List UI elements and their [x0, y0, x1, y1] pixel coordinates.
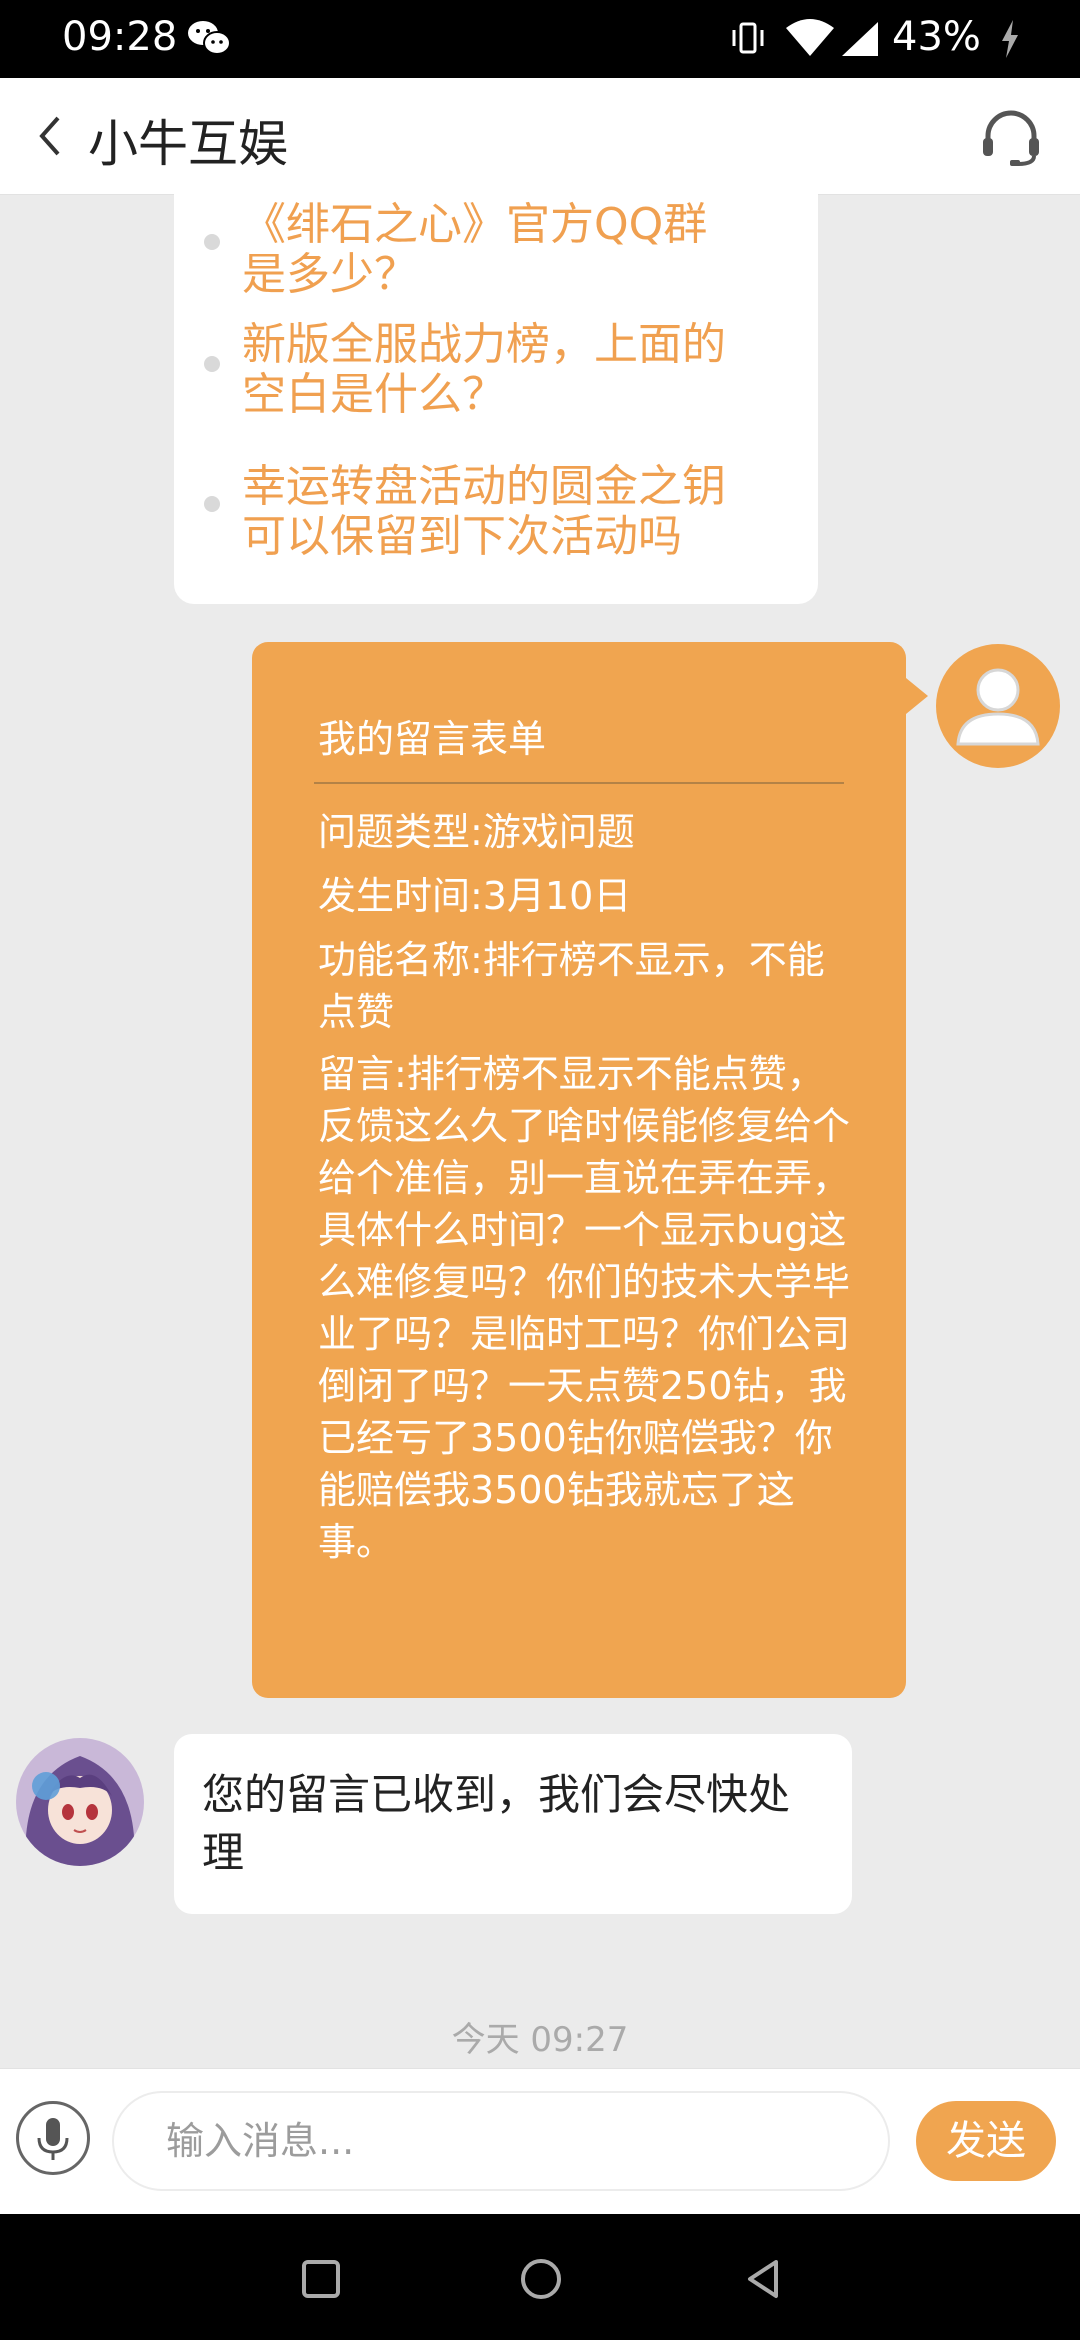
vibrate-icon	[732, 22, 764, 54]
form-field-feature: 功能名称:排行榜不显示，不能点赞	[318, 938, 825, 1034]
battery-percent: 43%	[892, 14, 981, 60]
faq-item[interactable]: 新版全服战力榜，上面的 空白是什么？	[242, 320, 726, 420]
status-bar: 09:28 43%	[0, 0, 1080, 78]
system-nav-bar	[0, 2214, 1080, 2340]
faq-item-line: 空白是什么？	[242, 369, 506, 420]
faq-item[interactable]: 《绯石之心》官方QQ群 是多少？	[242, 200, 707, 300]
form-message-bubble[interactable]: 我的留言表单 问题类型:游戏问题 发生时间:3月10日 功能名称:排行榜不显示，…	[252, 642, 906, 1698]
app-header: 小牛互娱	[0, 78, 1080, 195]
headset-icon[interactable]	[980, 110, 1042, 166]
faq-item-line: 幸运转盘活动的圆金之钥	[242, 461, 726, 512]
bubble-tail	[906, 678, 928, 714]
cellular-signal-icon	[842, 22, 878, 56]
send-button[interactable]: 发送	[916, 2101, 1056, 2181]
user-silhouette-icon	[938, 646, 1058, 766]
bullet-dot	[204, 496, 220, 512]
reply-bubble[interactable]: 您的留言已收到，我们会尽快处理	[174, 1734, 852, 1914]
chevron-left-icon[interactable]	[36, 114, 66, 158]
wifi-icon	[786, 19, 834, 56]
input-bar: 发送	[0, 2068, 1080, 2215]
form-field-type: 问题类型:游戏问题	[318, 810, 635, 854]
faq-item[interactable]: 幸运转盘活动的圆金之钥 可以保留到下次活动吗	[242, 462, 726, 562]
faq-item-line: 新版全服战力榜，上面的	[242, 319, 726, 370]
reply-text: 您的留言已收到，我们会尽快处理	[202, 1770, 791, 1877]
chat-area[interactable]: 《绯石之心》官方QQ群 是多少？ 新版全服战力榜，上面的 空白是什么？ 幸运转盘…	[0, 194, 1080, 2068]
form-title: 我的留言表单	[318, 717, 547, 761]
form-field-time: 发生时间:3月10日	[318, 874, 632, 918]
faq-item-line: 《绯石之心》官方QQ群	[242, 199, 708, 250]
user-avatar[interactable]	[936, 644, 1060, 768]
bullet-dot	[204, 234, 220, 250]
form-field-message: 留言:排行榜不显示不能点赞，反馈这么久了啥时候能修复给个给个准信，别一直说在弄在…	[318, 1052, 851, 1564]
anime-girl-avatar	[16, 1738, 144, 1866]
voice-button[interactable]	[16, 2101, 90, 2175]
microphone-icon	[37, 2118, 69, 2160]
agent-avatar[interactable]	[16, 1738, 144, 1866]
faq-item-line: 可以保留到下次活动吗	[242, 511, 682, 562]
bullet-dot	[204, 356, 220, 372]
wechat-icon	[188, 21, 231, 55]
page-title: 小牛互娱	[88, 115, 288, 173]
message-timestamp: 今天 09:27	[451, 2020, 629, 2060]
charging-bolt-icon	[1002, 20, 1018, 58]
faq-bubble: 《绯石之心》官方QQ群 是多少？ 新版全服战力榜，上面的 空白是什么？ 幸运转盘…	[174, 194, 818, 604]
status-time: 09:28	[62, 14, 178, 60]
message-input[interactable]	[112, 2091, 890, 2191]
faq-item-line: 是多少？	[242, 249, 418, 300]
back-triangle-icon[interactable]	[740, 2256, 786, 2302]
home-icon[interactable]	[518, 2256, 564, 2302]
recents-icon[interactable]	[300, 2258, 342, 2300]
divider	[314, 782, 844, 784]
